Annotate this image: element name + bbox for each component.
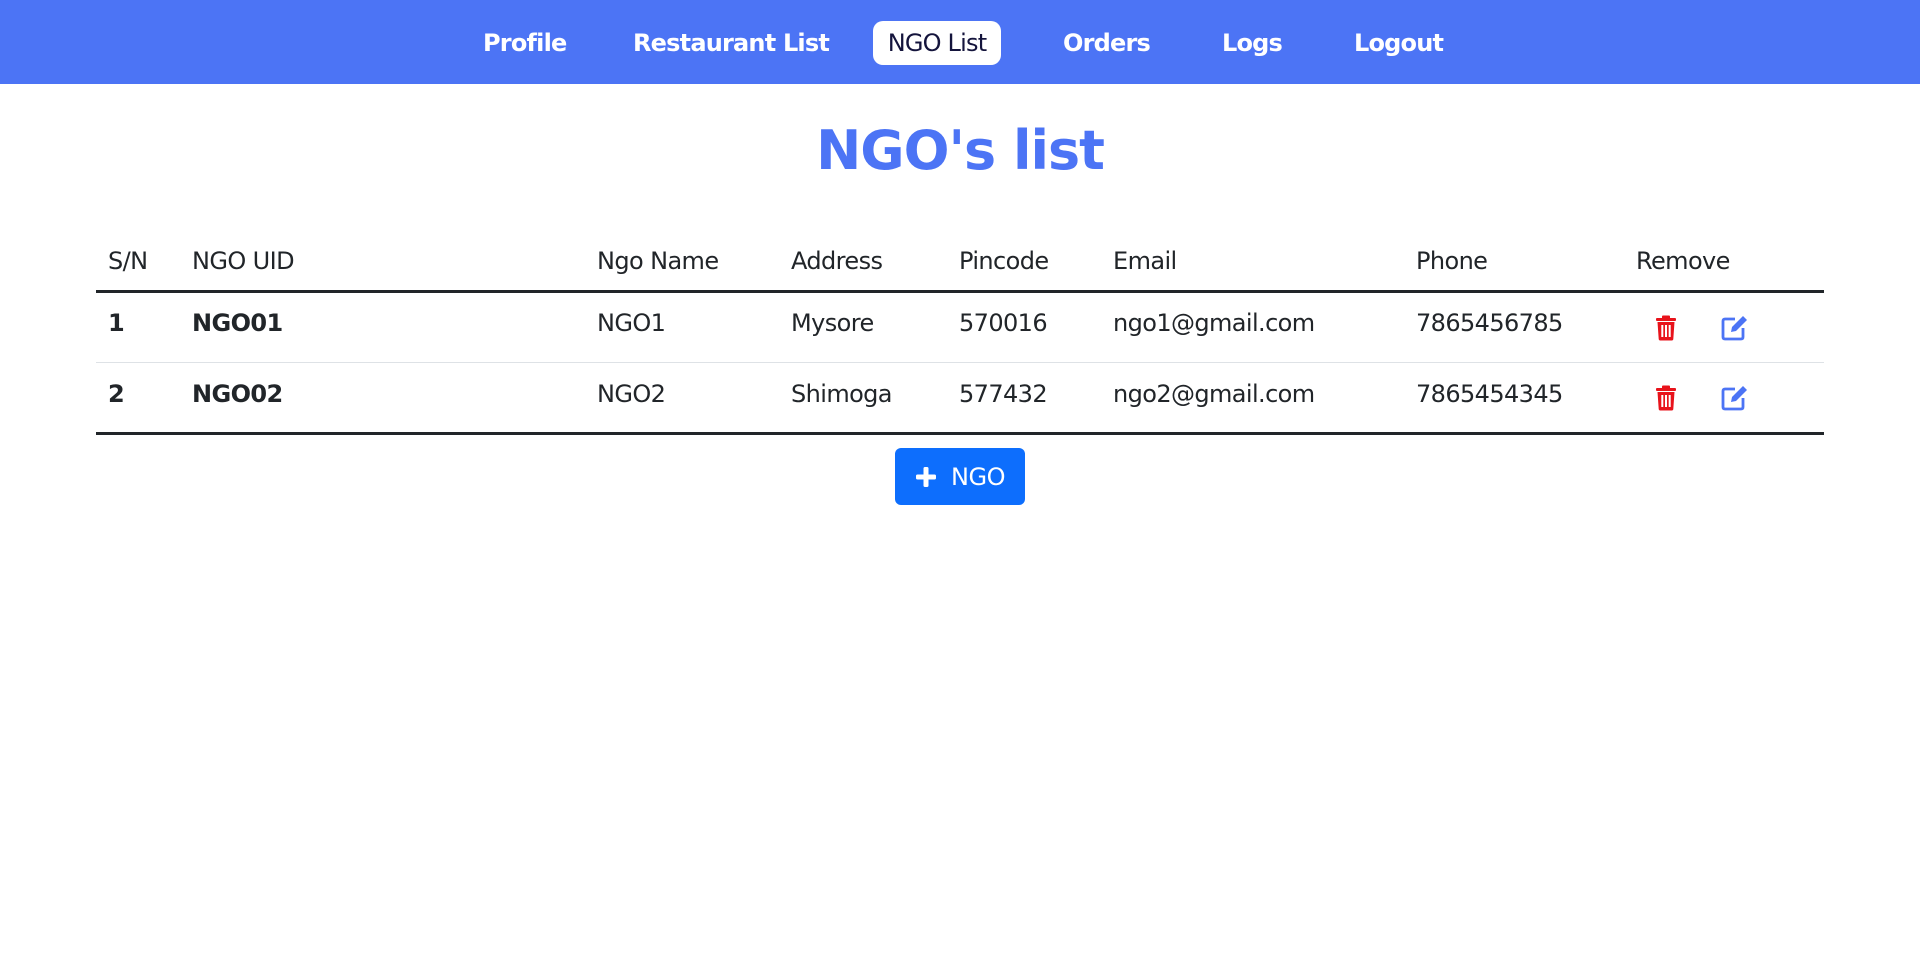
cell-pincode: 577432 xyxy=(959,380,1048,408)
column-header-ngo-name: Ngo Name xyxy=(597,247,719,275)
column-header-email: Email xyxy=(1113,247,1177,275)
table-bottom-border xyxy=(96,432,1824,435)
add-ngo-button-label: NGO xyxy=(951,462,1005,491)
plus-icon xyxy=(916,466,937,487)
delete-button[interactable] xyxy=(1651,383,1681,413)
top-navbar: Profile Restaurant List NGO List Orders … xyxy=(0,0,1920,84)
nav-item-logs[interactable]: Logs xyxy=(1222,21,1283,65)
cell-address: Mysore xyxy=(791,309,874,337)
nav-item-restaurant-list[interactable]: Restaurant List xyxy=(633,21,830,65)
nav-item-orders[interactable]: Orders xyxy=(1063,21,1151,65)
cell-email: ngo1@gmail.com xyxy=(1113,309,1315,337)
nav-item-ngo-list[interactable]: NGO List xyxy=(873,21,1001,65)
cell-ngo-uid: NGO02 xyxy=(192,380,283,408)
row-divider xyxy=(96,362,1824,363)
cell-pincode: 570016 xyxy=(959,309,1048,337)
add-ngo-button[interactable]: NGO xyxy=(895,448,1025,505)
column-header-address: Address xyxy=(791,247,883,275)
trash-icon xyxy=(1656,315,1676,341)
delete-button[interactable] xyxy=(1651,313,1681,343)
column-header-pincode: Pincode xyxy=(959,247,1049,275)
page-title: NGO's list xyxy=(816,119,1105,182)
cell-sn: 2 xyxy=(108,380,125,408)
cell-sn: 1 xyxy=(108,309,125,337)
edit-button[interactable] xyxy=(1720,383,1750,413)
table-header-divider xyxy=(96,290,1824,293)
cell-phone: 7865454345 xyxy=(1416,380,1563,408)
edit-icon xyxy=(1721,386,1747,411)
edit-button[interactable] xyxy=(1720,313,1750,343)
cell-address: Shimoga xyxy=(791,380,893,408)
nav-item-logout[interactable]: Logout xyxy=(1354,21,1444,65)
cell-ngo-name: NGO1 xyxy=(597,309,666,337)
column-header-phone: Phone xyxy=(1416,247,1488,275)
column-header-sn: S/N xyxy=(108,247,148,275)
cell-ngo-name: NGO2 xyxy=(597,380,666,408)
cell-ngo-uid: NGO01 xyxy=(192,309,283,337)
cell-email: ngo2@gmail.com xyxy=(1113,380,1315,408)
edit-icon xyxy=(1721,316,1747,341)
nav-item-profile[interactable]: Profile xyxy=(483,21,567,65)
trash-icon xyxy=(1656,385,1676,411)
column-header-remove: Remove xyxy=(1636,247,1730,275)
cell-phone: 7865456785 xyxy=(1416,309,1563,337)
column-header-ngo-uid: NGO UID xyxy=(192,247,295,275)
